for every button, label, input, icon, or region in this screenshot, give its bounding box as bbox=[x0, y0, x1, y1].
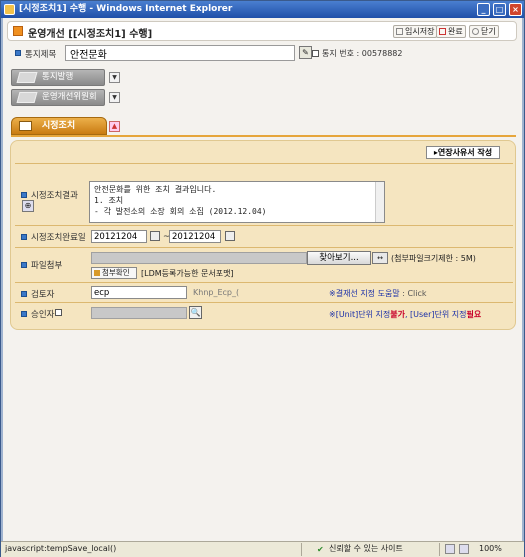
close-button[interactable]: 닫기 bbox=[469, 25, 499, 38]
browser-window: [시정조치1] 수행 - Windows Internet Explorer _… bbox=[0, 0, 525, 557]
page-header: 운영개선 [[시정조치1] 수행] 임시저장 완료 닫기 bbox=[7, 21, 517, 41]
subject-row: 통지제목 ✎ 통지 번호 : 00578882 bbox=[11, 45, 516, 63]
divider bbox=[15, 302, 513, 303]
divider bbox=[439, 543, 440, 556]
window-title: [시정조치1] 수행 - Windows Internet Explorer bbox=[19, 4, 233, 14]
page-title: 운영개선 [[시정조치1] 수행] bbox=[28, 29, 153, 40]
approval-help-link[interactable]: ※결재선 지정 도움말 : Click bbox=[329, 288, 427, 299]
add-file-icon[interactable]: ↔ bbox=[372, 252, 388, 264]
status-bar: javascript:tempSave_local() ✔ 신뢰할 수 있는 사이… bbox=[1, 541, 524, 557]
divider bbox=[15, 282, 513, 283]
divider bbox=[301, 543, 302, 556]
collapse-up-icon[interactable]: ▲ bbox=[109, 121, 120, 132]
divider bbox=[15, 247, 513, 248]
clip-icon bbox=[94, 270, 100, 276]
status-text: javascript:tempSave_local() bbox=[5, 544, 117, 553]
bullet-icon bbox=[15, 50, 21, 56]
bullet-icon bbox=[21, 262, 27, 268]
result-line: 1. 조치 bbox=[94, 196, 124, 205]
close-window-icon[interactable]: × bbox=[509, 3, 522, 16]
approver-input[interactable] bbox=[91, 307, 187, 319]
result-line: 안전문화를 위한 조치 결과입니다. bbox=[94, 185, 217, 194]
file-path-input[interactable] bbox=[91, 252, 307, 264]
title-bar: [시정조치1] 수행 - Windows Internet Explorer _… bbox=[1, 1, 524, 18]
tab-corrective-action[interactable]: 시정조치 bbox=[11, 117, 107, 135]
committee-expand-icon[interactable]: ▼ bbox=[109, 92, 120, 103]
check-icon bbox=[439, 28, 446, 35]
zoom-icon[interactable] bbox=[459, 544, 469, 554]
maximize-icon[interactable]: □ bbox=[493, 3, 506, 16]
ie-page-icon bbox=[4, 4, 15, 15]
close-circle-icon bbox=[472, 28, 479, 35]
result-textarea[interactable]: 안전문화를 위한 조치 결과입니다. 1. 조치 - 각 발전소의 소장 회의 … bbox=[89, 181, 385, 223]
bullet-icon bbox=[21, 291, 27, 297]
save-icon bbox=[396, 28, 403, 35]
calendar-icon[interactable] bbox=[150, 231, 160, 241]
unit-note: ※[Unit]단위 지정불가, [User]단위 지정필요 bbox=[329, 310, 482, 319]
result-line: - 각 발전소의 소장 회의 소집 (2012.12.04) bbox=[94, 207, 267, 216]
committee-button[interactable]: 운영개선위원회 bbox=[11, 89, 105, 106]
notice-issue-button[interactable]: 통지발행 bbox=[11, 69, 105, 86]
file-size-note: (첨부파일크기제한 : 5M) bbox=[391, 254, 476, 263]
edit-pen-icon[interactable]: ✎ bbox=[299, 46, 312, 59]
temp-save-button[interactable]: 임시저장 bbox=[393, 25, 438, 38]
bullet-icon bbox=[21, 311, 27, 317]
reviewer-hint: Khnp_Ecp_( bbox=[193, 288, 240, 297]
subject-input[interactable] bbox=[65, 45, 295, 61]
page-content: 운영개선 [[시정조치1] 수행] 임시저장 완료 닫기 통지제목 ✎ 통지 번… bbox=[3, 18, 522, 541]
minimize-icon[interactable]: _ bbox=[477, 3, 490, 16]
date-to-input[interactable] bbox=[169, 230, 221, 243]
docno-icon bbox=[312, 50, 319, 57]
attach-check-button[interactable]: 첨부확인 bbox=[91, 267, 137, 279]
zoom-icon[interactable]: ⊕ bbox=[22, 200, 34, 212]
doc-icon bbox=[13, 26, 23, 36]
extension-reason-button[interactable]: ▸연장사유서 작성 bbox=[426, 146, 500, 159]
format-note: [LDM등록가능한 문서포맷] bbox=[141, 269, 234, 278]
letter-icon bbox=[16, 72, 38, 83]
protected-mode-icon[interactable] bbox=[445, 544, 455, 554]
textarea-scrollbar[interactable] bbox=[375, 182, 384, 222]
date-from-input[interactable] bbox=[91, 230, 147, 243]
check-icon: ✔ bbox=[317, 545, 324, 554]
approver-checkbox[interactable] bbox=[55, 309, 62, 316]
divider bbox=[15, 225, 513, 226]
doc-number: 통지 번호 : 00578882 bbox=[322, 49, 403, 58]
corrective-action-panel: ▸연장사유서 작성 시정조치결과 ⊕ 안전문화를 위한 조치 결과입니다. 1.… bbox=[10, 140, 516, 330]
search-icon[interactable]: 🔍 bbox=[189, 306, 202, 319]
calendar-icon[interactable] bbox=[225, 231, 235, 241]
divider bbox=[15, 163, 513, 164]
book-icon bbox=[16, 92, 38, 103]
complete-button[interactable]: 완료 bbox=[436, 25, 466, 38]
notice-expand-icon[interactable]: ▼ bbox=[109, 72, 120, 83]
reviewer-input[interactable] bbox=[91, 286, 187, 299]
folder-icon bbox=[19, 121, 32, 131]
subject-label: 통지제목 bbox=[25, 50, 57, 60]
browse-button[interactable]: 찾아보기... bbox=[307, 251, 371, 265]
bullet-icon bbox=[21, 192, 27, 198]
section-divider bbox=[11, 135, 516, 137]
zoom-level[interactable]: 100% bbox=[479, 542, 502, 556]
trusted-zone[interactable]: ✔ 신뢰할 수 있는 사이트 bbox=[317, 542, 403, 556]
bullet-icon bbox=[21, 234, 27, 240]
